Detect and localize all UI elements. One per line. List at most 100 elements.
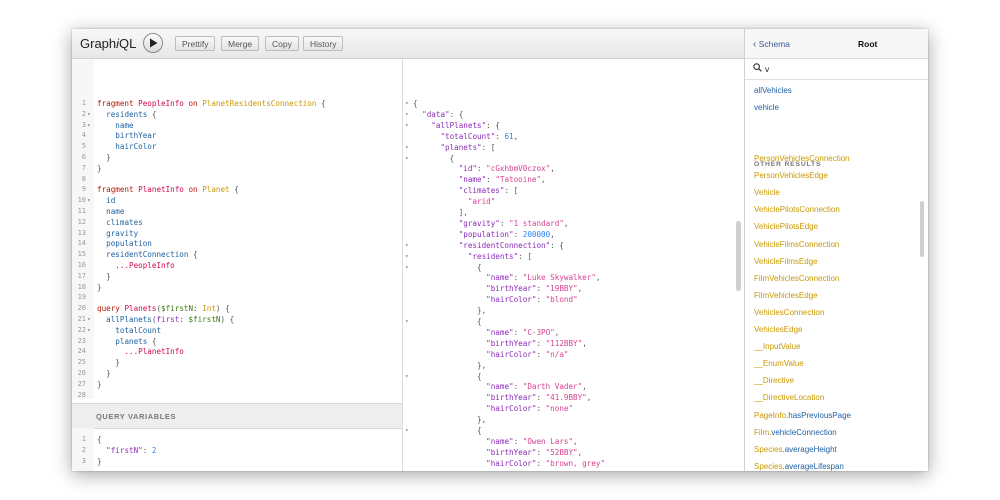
docs-other-result[interactable]: PersonVehiclesConnection bbox=[754, 153, 850, 165]
prettify-button[interactable]: Prettify bbox=[175, 36, 216, 51]
docs-other-result[interactable]: VehiclePilotsConnection bbox=[754, 204, 840, 216]
code-line: }, bbox=[413, 360, 486, 371]
docs-other-result[interactable]: VehicleFilmsConnection bbox=[754, 239, 839, 251]
code-line: hairColor bbox=[97, 141, 156, 152]
code-token: name bbox=[115, 120, 134, 130]
play-icon bbox=[150, 38, 158, 48]
fold-marker[interactable]: ▾ bbox=[87, 195, 91, 206]
history-button[interactable]: History bbox=[303, 36, 344, 51]
docs-other-result[interactable]: VehiclesEdge bbox=[754, 324, 802, 336]
code-line: "arid" bbox=[413, 196, 495, 207]
code-token: , bbox=[554, 327, 560, 337]
code-token: { bbox=[413, 99, 418, 108]
code-token: "Owen Lars" bbox=[522, 436, 574, 446]
fold-marker[interactable]: ▾ bbox=[405, 251, 409, 262]
code-token: } bbox=[97, 358, 120, 368]
docs-other-result[interactable]: Species.averageHeight bbox=[754, 444, 837, 456]
result-type-name: VehiclePilotsEdge bbox=[754, 222, 819, 232]
docs-other-result[interactable]: __DirectiveLocation bbox=[754, 392, 824, 404]
query-variables-header[interactable]: QUERY VARIABLES bbox=[72, 403, 402, 429]
fold-marker[interactable]: ▾ bbox=[405, 262, 409, 273]
merge-button[interactable]: Merge bbox=[221, 36, 260, 51]
code-token: planets bbox=[115, 336, 148, 346]
code-line: } bbox=[97, 163, 102, 174]
code-token: "n/a" bbox=[545, 349, 569, 359]
docs-other-result[interactable]: __EnumValue bbox=[754, 358, 804, 370]
result-type-name: Film bbox=[754, 427, 770, 437]
docs-other-result[interactable]: Species.averageLifespan bbox=[754, 461, 844, 471]
code-line: ], bbox=[413, 207, 468, 218]
docs-other-result[interactable]: VehiclePilotsEdge bbox=[754, 221, 818, 233]
result-scrollbar[interactable] bbox=[736, 221, 741, 291]
code-token: : bbox=[142, 445, 152, 455]
docs-other-result[interactable]: PageInfo.hasPreviousPage bbox=[754, 410, 851, 422]
fold-marker[interactable]: ▾ bbox=[405, 371, 409, 382]
docs-other-result[interactable]: VehiclesConnection bbox=[754, 307, 824, 319]
fold-marker[interactable]: ▾ bbox=[405, 240, 409, 251]
code-token: , bbox=[513, 131, 519, 141]
code-line: } bbox=[97, 368, 111, 379]
fold-marker[interactable]: ▾ bbox=[405, 142, 409, 153]
code-line: "firstN": 2 bbox=[97, 445, 156, 456]
fold-marker[interactable]: ▾ bbox=[405, 98, 409, 109]
line-number: 11 bbox=[77, 207, 86, 215]
fold-marker[interactable]: ▾ bbox=[405, 425, 409, 436]
fold-marker[interactable]: ▾ bbox=[87, 120, 91, 131]
code-token: { bbox=[477, 371, 482, 381]
result-type-name: PageInfo bbox=[754, 410, 787, 420]
fold-marker[interactable]: ▾ bbox=[87, 325, 91, 336]
fold-marker[interactable]: ▾ bbox=[405, 120, 409, 131]
variables-editor[interactable]: 1 {2 "firstN": 2 3} bbox=[72, 428, 402, 471]
result-field-name: averageLifespan bbox=[784, 461, 844, 471]
code-token: "name" bbox=[486, 273, 514, 283]
code-token: "cGxhbmV0czox" bbox=[486, 164, 551, 174]
code-line: "population": 200000, bbox=[413, 229, 555, 240]
docs-other-result[interactable]: Vehicle bbox=[754, 187, 780, 199]
fold-marker[interactable]: ▾ bbox=[405, 153, 409, 164]
code-line: { bbox=[413, 371, 482, 382]
line-number: 3 bbox=[81, 120, 86, 129]
docs-field-result[interactable]: vehicle bbox=[754, 102, 779, 114]
fold-marker[interactable]: ▾ bbox=[405, 109, 409, 120]
docs-other-result[interactable]: PersonVehiclesEdge bbox=[754, 170, 828, 182]
query-editor[interactable]: 1 fragment PeopleInfo on PlanetResidentsC… bbox=[72, 59, 402, 399]
code-line: allPlanets(first: $firstN) { bbox=[97, 314, 234, 325]
result-type-name: FilmVehiclesConnection bbox=[754, 273, 840, 283]
code-token: "climates" bbox=[458, 186, 505, 196]
result-type-name: __EnumValue bbox=[754, 359, 804, 369]
schema-back-link[interactable]: ‹ Schema bbox=[753, 39, 790, 50]
code-line: "id": "cGxhbmV0czox", bbox=[413, 163, 555, 174]
docs-search-input[interactable] bbox=[765, 62, 915, 76]
code-line: planets { bbox=[97, 336, 156, 347]
code-token: } bbox=[97, 271, 111, 281]
code-line: } bbox=[97, 271, 111, 282]
fold-marker[interactable]: ▾ bbox=[87, 314, 91, 325]
code-token: { bbox=[477, 317, 482, 326]
code-token: id bbox=[106, 196, 116, 206]
fold-marker[interactable]: ▾ bbox=[405, 316, 409, 327]
docs-other-result[interactable]: __Directive bbox=[754, 375, 794, 387]
fold-marker[interactable]: ▾ bbox=[87, 109, 91, 120]
docs-other-result[interactable]: __InputValue bbox=[754, 341, 801, 353]
copy-button[interactable]: Copy bbox=[265, 36, 299, 51]
code-token: , bbox=[577, 284, 583, 294]
line-number: 4 bbox=[81, 131, 86, 140]
docs-other-result[interactable]: VehicleFilmsEdge bbox=[754, 256, 818, 268]
line-number: 21 bbox=[77, 315, 86, 323]
docs-other-result[interactable]: FilmVehiclesEdge bbox=[754, 290, 818, 302]
code-token: fragment bbox=[97, 185, 134, 195]
execute-query-button[interactable] bbox=[143, 33, 163, 53]
docs-other-result[interactable]: FilmVehiclesConnection bbox=[754, 273, 839, 285]
docs-scrollbar[interactable] bbox=[920, 201, 924, 257]
docs-other-result[interactable]: Film.vehicleConnection bbox=[754, 427, 837, 439]
code-token: ) { bbox=[215, 304, 230, 314]
code-token: fragment bbox=[97, 99, 134, 108]
code-line: totalCount bbox=[97, 325, 161, 336]
docs-field-result[interactable]: allVehicles bbox=[754, 85, 792, 97]
